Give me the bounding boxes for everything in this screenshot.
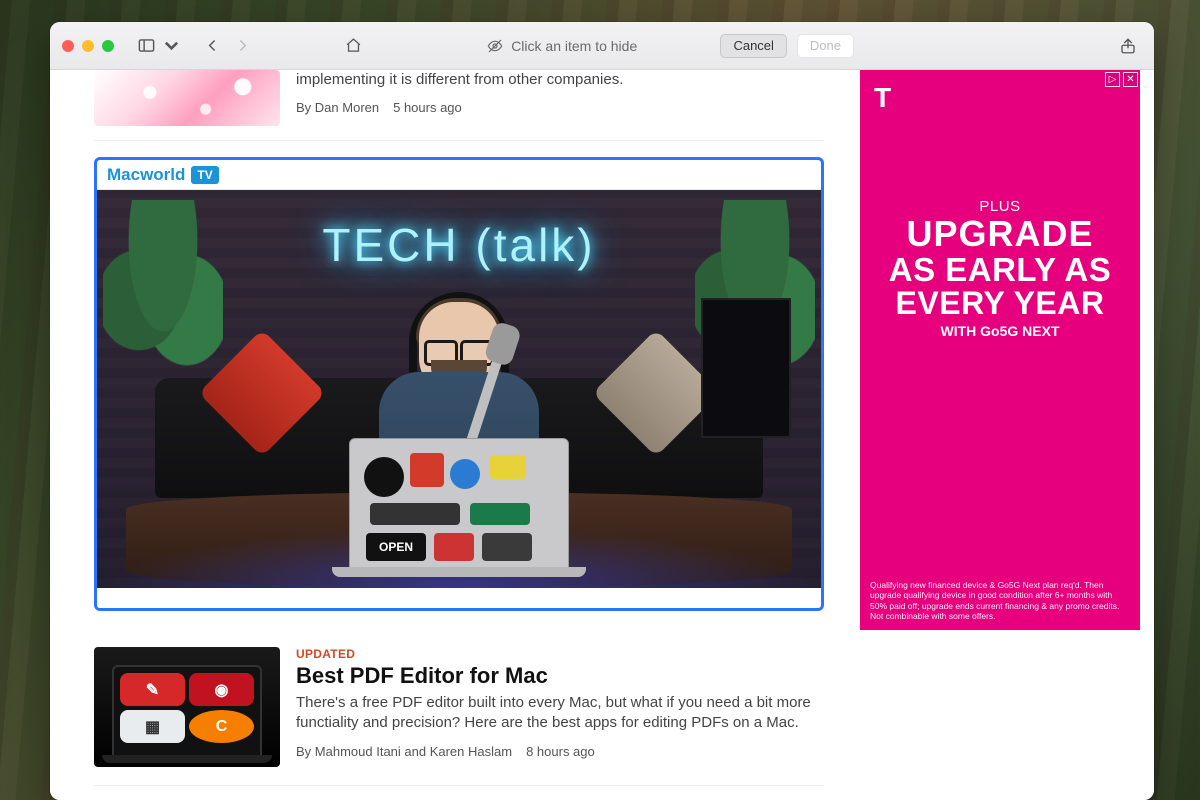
display-ad[interactable]: ▷ ✕ T PLUS UPGRADE AS EARLY AS EVERY YEA… — [860, 70, 1140, 630]
article-thumbnail — [94, 70, 280, 126]
article-card[interactable]: implementing it is different from other … — [94, 70, 824, 141]
neon-sign: TECH (talk) — [322, 218, 595, 272]
article-feed: implementing it is different from other … — [94, 70, 854, 800]
article-dek: implementing it is different from other … — [296, 70, 824, 90]
updated-tag: UPDATED — [296, 647, 824, 661]
nav-forward-button[interactable] — [228, 32, 256, 60]
minimize-window-button[interactable] — [82, 40, 94, 52]
app-icon: C — [189, 710, 254, 743]
sidebar-menu-chevron[interactable] — [162, 32, 180, 60]
article-card[interactable]: ✎ ◉ ▦ C UPDATED Best PDF Editor for Mac … — [94, 629, 824, 786]
page-content: implementing it is different from other … — [50, 70, 1154, 800]
nav-back-button[interactable] — [198, 32, 226, 60]
ad-close-icon[interactable]: ✕ — [1123, 72, 1138, 87]
share-button[interactable] — [1114, 32, 1142, 60]
app-icon: ▦ — [120, 710, 185, 743]
reader-hide-hint: Click an item to hide — [487, 38, 637, 54]
adchoices-icon[interactable]: ▷ — [1105, 72, 1120, 87]
safari-window: Click an item to hide Cancel Done — [50, 22, 1154, 800]
pdf-icon: ✎ — [120, 673, 185, 706]
reader-hint-text: Click an item to hide — [511, 38, 637, 54]
ad-controls: ▷ ✕ — [1105, 72, 1138, 87]
brand-badge: TV — [191, 166, 218, 184]
browser-toolbar: Click an item to hide Cancel Done — [50, 22, 1154, 70]
article-headline: Best PDF Editor for Mac — [296, 663, 824, 689]
ad-copy: PLUS UPGRADE AS EARLY AS EVERY YEAR WITH… — [860, 198, 1140, 339]
close-window-button[interactable] — [62, 40, 74, 52]
ad-disclaimer: Qualifying new financed device & Go5G Ne… — [870, 580, 1130, 623]
ad-column: ▷ ✕ T PLUS UPGRADE AS EARLY AS EVERY YEA… — [860, 70, 1140, 800]
tmobile-logo: T — [874, 82, 891, 114]
home-button[interactable] — [339, 32, 367, 60]
window-controls — [62, 40, 114, 52]
article-timestamp: 8 hours ago — [526, 744, 595, 759]
article-timestamp: 5 hours ago — [393, 100, 462, 115]
article-byline: By Dan Moren5 hours ago — [296, 100, 824, 115]
video-thumbnail: TECH (talk) — [97, 190, 821, 588]
laptop-icon — [349, 438, 569, 570]
done-button: Done — [797, 34, 854, 58]
fullscreen-window-button[interactable] — [102, 40, 114, 52]
sidebar-toggle-button[interactable] — [132, 32, 160, 60]
article-dek: There's a free PDF editor built into eve… — [296, 693, 824, 734]
article-thumbnail: ✎ ◉ ▦ C — [94, 647, 280, 767]
article-byline: By Mahmoud Itani and Karen Haslam8 hours… — [296, 744, 824, 759]
eye-slash-icon — [487, 38, 503, 54]
brand-name: Macworld — [107, 165, 185, 185]
selected-hide-target[interactable]: Macworld TV TECH (talk) — [94, 157, 824, 611]
video-brand-bar: Macworld TV — [97, 160, 821, 190]
eye-icon: ◉ — [189, 673, 254, 706]
cancel-button[interactable]: Cancel — [720, 34, 786, 58]
